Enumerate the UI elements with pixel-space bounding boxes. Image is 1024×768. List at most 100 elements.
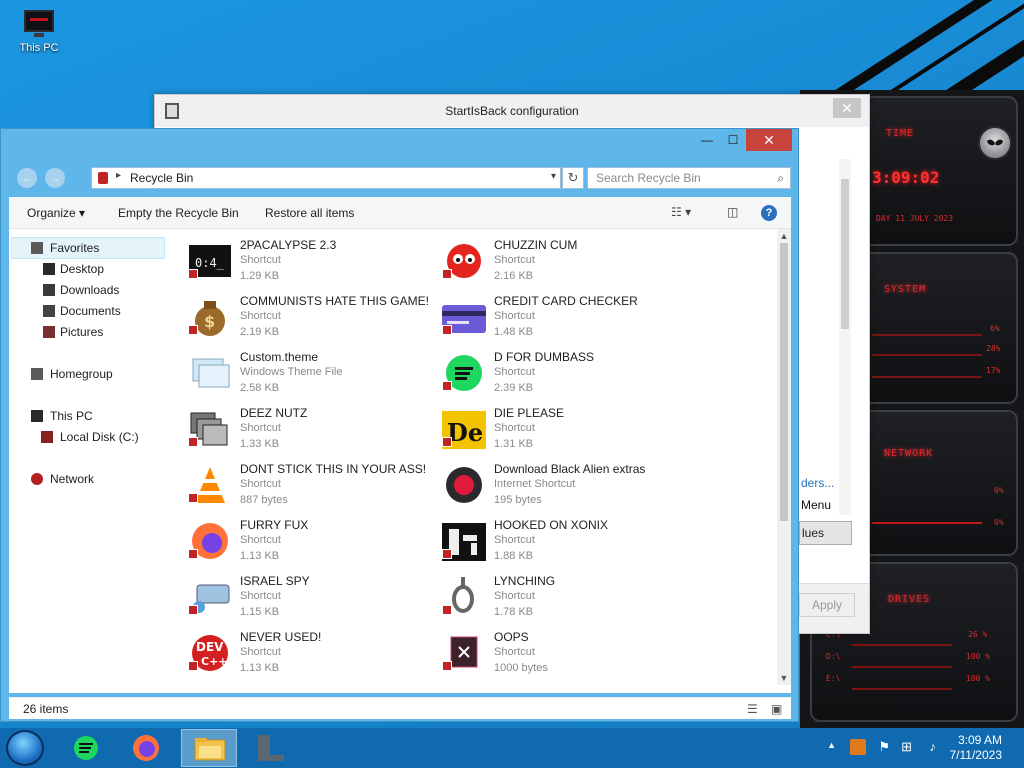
nav-item-network[interactable]: Network <box>50 472 94 486</box>
chevron-right-icon[interactable]: ▸ <box>116 170 121 181</box>
search-box[interactable]: ⌕ <box>587 167 791 189</box>
file-list: 0:4_ 2PACALYPSE 2.3 Shortcut 1.29 KB CHUZZIN… <box>179 229 775 685</box>
gadget-time-value: 3:09:02 <box>872 168 940 187</box>
file-size: 1000 bytes <box>494 662 548 674</box>
file-size: 1.78 KB <box>494 606 534 618</box>
network-tray-icon[interactable]: ⊞ <box>901 739 912 755</box>
gadget-system-value: 28% <box>986 344 1001 353</box>
shortcut-badge-icon <box>188 605 198 615</box>
scroll-up-arrow[interactable]: ▲ <box>777 231 791 241</box>
startisback-menu-label[interactable]: Menu <box>801 498 831 512</box>
file-size: 1.13 KB <box>240 550 280 562</box>
content-area: Favorites Desktop Downloads Documents Pi… <box>9 229 791 693</box>
file-item[interactable]: DONT STICK THIS IN YOUR ASS! Shortcut 887 … <box>179 453 429 509</box>
file-item[interactable]: $ COMMUNISTS HATE THIS GAME! Shortcut 2.19 … <box>179 285 429 341</box>
scroll-thumb[interactable] <box>780 243 788 521</box>
preview-pane-icon[interactable]: ◫ <box>727 205 738 219</box>
refresh-button[interactable]: ↻ <box>562 167 584 189</box>
start-button[interactable] <box>6 730 44 766</box>
empty-recycle-bin-button[interactable]: Empty the Recycle Bin <box>118 206 239 220</box>
clock[interactable]: 3:09 AM 7/11/2023 <box>950 733 1003 763</box>
file-item[interactable]: ISRAEL SPY Shortcut 1.15 KB <box>179 565 429 621</box>
search-input[interactable] <box>588 168 768 188</box>
apply-button[interactable]: Apply <box>799 593 855 617</box>
nav-item-downloads[interactable]: Downloads <box>60 283 119 297</box>
address-text: Recycle Bin <box>130 171 194 185</box>
explorer-window: — ☐ ✕ ← → ▸ Recycle Bin ▾ ↻ ⌕ Organize ▾… <box>0 128 799 722</box>
svg-text:DEV: DEV <box>196 640 224 654</box>
maximize-button[interactable]: ☐ <box>720 129 746 151</box>
large-icons-view-icon[interactable]: ▣ <box>771 702 782 716</box>
help-icon[interactable]: ? <box>761 205 777 221</box>
show-hidden-icons-arrow[interactable]: ▲ <box>827 740 836 750</box>
nav-item-local-disk[interactable]: Local Disk (C:) <box>60 430 139 444</box>
file-item[interactable]: OOPS Shortcut 1000 bytes <box>433 621 683 677</box>
flag-icon[interactable]: ⚑ <box>878 739 890 755</box>
file-name: OOPS <box>494 630 529 644</box>
taskbar-spotify[interactable] <box>58 729 114 767</box>
back-button[interactable]: ← <box>17 168 37 188</box>
close-button[interactable]: ✕ <box>833 98 861 118</box>
address-bar[interactable]: ▸ Recycle Bin ▾ <box>91 167 561 189</box>
alien-head-icon[interactable] <box>978 126 1012 160</box>
file-list-scrollbar[interactable]: ▲ ▼ <box>777 229 791 685</box>
svg-text:C++: C++ <box>201 655 228 668</box>
file-item[interactable]: OOPS DID I DO THAT <box>179 677 429 685</box>
details-view-icon[interactable]: ☰ <box>747 702 758 716</box>
minimize-button[interactable]: — <box>694 129 720 151</box>
file-item[interactable]: DEV C++ NEVER USED! Shortcut 1.13 KB <box>179 621 429 677</box>
file-size: 1.13 KB <box>240 662 280 674</box>
file-item[interactable]: Peggle Deluxe <box>433 677 683 685</box>
downloads-icon <box>43 284 55 296</box>
search-icon[interactable]: ⌕ <box>777 171 784 186</box>
nav-item-pictures[interactable]: Pictures <box>60 325 103 339</box>
nav-item-documents[interactable]: Documents <box>60 304 121 318</box>
file-size: 1.29 KB <box>240 270 280 282</box>
nav-item-this-pc[interactable]: This PC <box>50 409 93 423</box>
file-name: Custom.theme <box>240 350 319 364</box>
file-item[interactable]: HOOKED ON XONIX Shortcut 1.88 KB <box>433 509 683 565</box>
nav-item-favorites[interactable]: Favorites <box>50 241 99 255</box>
startisback-titlebar[interactable]: StartIsBack configuration <box>155 95 869 127</box>
desktop-icon-label: This PC <box>19 42 59 54</box>
close-button[interactable]: ✕ <box>746 129 792 151</box>
tray-app-icon[interactable] <box>850 739 866 755</box>
file-name: CHUZZIN CUM <box>494 238 578 252</box>
file-item[interactable]: Custom.theme Windows Theme File 2.58 KB <box>179 341 429 397</box>
file-item[interactable]: FURRY FUX Shortcut 1.13 KB <box>179 509 429 565</box>
file-type: Shortcut <box>240 534 281 546</box>
file-item[interactable]: DEEZ NUTZ Shortcut 1.33 KB <box>179 397 429 453</box>
startisback-scrollbar[interactable] <box>839 159 851 515</box>
gadget-network-value: 0% <box>994 486 1004 495</box>
file-name: ISRAEL SPY <box>240 574 310 588</box>
startisback-link[interactable]: ders... <box>801 476 834 490</box>
nav-item-desktop[interactable]: Desktop <box>60 262 104 276</box>
taskbar-file-explorer[interactable] <box>181 729 237 767</box>
desktop-icon-this-pc[interactable]: This PC <box>14 8 64 54</box>
file-name: LYNCHING <box>494 574 556 588</box>
scroll-down-arrow[interactable]: ▼ <box>777 673 791 683</box>
file-item[interactable]: 0:4_ 2PACALYPSE 2.3 Shortcut 1.29 KB <box>179 229 429 285</box>
file-item[interactable]: D FOR DUMBASS Shortcut 2.39 KB <box>433 341 683 397</box>
file-item[interactable]: CHUZZIN CUM Shortcut 2.16 KB <box>433 229 683 285</box>
restore-all-button[interactable]: Restore all items <box>265 206 354 220</box>
chevron-down-icon[interactable]: ▾ <box>551 171 556 182</box>
volume-icon[interactable]: ♪ <box>930 739 937 754</box>
file-item[interactable]: CREDIT CARD CHECKER Shortcut 1.48 KB <box>433 285 683 341</box>
nav-item-homegroup[interactable]: Homegroup <box>50 367 113 381</box>
forward-button[interactable]: → <box>45 168 65 188</box>
monitor-icon <box>22 8 56 38</box>
gadget-system-value: 6% <box>990 324 1000 333</box>
startisback-values-button[interactable]: lues <box>799 521 852 545</box>
shortcut-badge-icon <box>188 325 198 335</box>
file-item[interactable]: Download Black Alien extras Internet Shor… <box>433 453 683 509</box>
taskbar-startisback[interactable] <box>242 729 298 767</box>
file-item[interactable]: LYNCHING Shortcut 1.78 KB <box>433 565 683 621</box>
file-name: CREDIT CARD CHECKER <box>494 294 638 308</box>
organize-button[interactable]: Organize ▾ <box>27 206 85 220</box>
view-options-icon[interactable]: ☷ ▾ <box>671 205 691 219</box>
taskbar-firefox[interactable] <box>118 729 174 767</box>
window-controls: — ☐ ✕ <box>694 129 792 151</box>
file-item[interactable]: De DIE PLEASE Shortcut 1.31 KB <box>433 397 683 453</box>
file-type: Shortcut <box>494 422 535 434</box>
